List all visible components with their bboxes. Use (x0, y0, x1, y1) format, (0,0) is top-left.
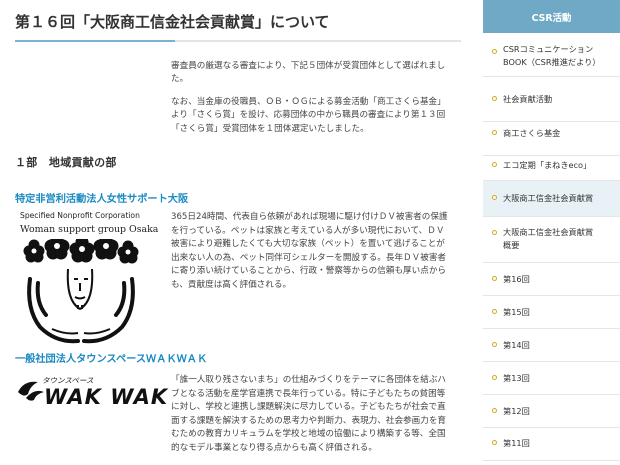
section-heading: １部 地域貢献の部 (15, 156, 117, 169)
org1-description: 365日24時間、代表自ら依頼があれば現場に駆け付けＤＶ被害者の保護 を行ってい… (171, 211, 466, 293)
org1-logo: Specified Nonprofit Corporation Woman su… (14, 211, 159, 349)
sidebar-item-label: 社会貢献活動 (503, 94, 553, 104)
sidebar-item-13th[interactable]: 第13回 (483, 362, 620, 395)
sidebar-item-award-overview[interactable]: 大阪商工信金社会貢献賞 概要 (483, 217, 620, 263)
sidebar-item-label: 大阪商工信金社会貢献賞 (503, 227, 594, 237)
sidebar-item-label: 第15回 (503, 307, 530, 317)
sidebar-item-label: BOOK（CSR推進だより） (503, 57, 601, 67)
sidebar-item-label: 大阪商工信金社会貢献賞 (503, 193, 594, 203)
sidebar-item-14th[interactable]: 第14回 (483, 329, 620, 362)
org1-line: も、貢献度は高く評価される。 (171, 279, 292, 290)
sidebar-header: CSR活動 (483, 0, 620, 33)
intro-line: 審査員の厳選なる審査により、下記５団体が受賞団体として選ばれまし (171, 61, 446, 71)
sidebar-item-eco-deposit[interactable]: エコ定期「まねきeco」 (483, 156, 620, 181)
org1-logo-line2: Woman support group Osaka (20, 224, 159, 235)
sidebar-item-label: 第12回 (503, 406, 530, 416)
intro-paragraph-1: 審査員の厳選なる審査により、下記５団体が受賞団体として選ばれまし た。 (171, 60, 461, 87)
bullet-icon (492, 440, 497, 445)
sidebar-item-social-contribution[interactable]: 社会貢献活動 (483, 77, 620, 122)
bullet-icon (492, 276, 497, 281)
bullet-icon (492, 49, 497, 54)
org1-name: 特定非営利活動法人女性サポート大阪 (15, 194, 189, 205)
org1-line: を行っている。ペットは家族と考えている人が多い現代において、ＤＶ (171, 225, 445, 236)
page-title: 第１６回「大阪商工信金社会貢献賞」について (15, 13, 330, 31)
intro-line: た。 (171, 74, 189, 85)
bullet-icon (492, 162, 497, 167)
bullet-icon (492, 130, 497, 135)
title-underline (15, 40, 461, 42)
sidebar-item-label: 商工さくら基金 (503, 128, 561, 138)
main-content: 第１６回「大阪商工信金社会貢献賞」について 審査員の厳選なる審査により、下記５団… (0, 0, 468, 465)
sidebar-item-16th[interactable]: 第16回 (483, 263, 620, 296)
sidebar-item-label: 第16回 (503, 274, 530, 284)
sidebar-item-11th[interactable]: 第11回 (483, 428, 620, 461)
intro-line: 「さくら賞」受賞団体を１団体選定いたしました。 (171, 123, 369, 134)
org1-logo-line1: Specified Nonprofit Corporation (20, 211, 140, 220)
sidebar-item-15th[interactable]: 第15回 (483, 296, 620, 329)
org1-line: 出来ない人の為、ペット同伴可シェルターを開設する。長年ＤＶ被害者 (171, 252, 447, 263)
org2-line: 面する課題を解決するための思考力や判断力、表現力、社会参画力を育 (171, 415, 447, 426)
bullet-icon (492, 195, 497, 200)
sidebar-item-12th[interactable]: 第12回 (483, 395, 620, 428)
sidebar-item-label: 概要 (503, 240, 520, 250)
sidebar-item-csr-book[interactable]: CSRコミュニケーション BOOK（CSR推進だより） (483, 33, 620, 77)
sidebar-item-label: 第13回 (503, 373, 530, 383)
org2-description: 「誰一人取り残さないまち」の仕組みづくりをテーマに各団体を結ぶハ ブとなる活動を… (171, 374, 466, 456)
org2-line: 的なモデル事業となり得る点からも高く評価される。 (171, 442, 377, 453)
intro-line: より「さくら賞」を設け、応募団体の中から職員の審査により第１３回 (171, 110, 446, 121)
org1-line: 365日24時間、代表自ら依頼があれば現場に駆け付けＤＶ被害者の保護 (171, 212, 448, 222)
org2-logo: タウンスペース WAK WAK (16, 374, 167, 418)
org1-line: 被害により避難したくても大切な家族（ペット）を置いて逃げることが (171, 239, 445, 250)
bullet-icon (492, 342, 497, 347)
sidebar: CSR活動 CSRコミュニケーション BOOK（CSR推進だより） 社会貢献活動… (483, 0, 620, 465)
bullet-icon (492, 408, 497, 413)
sidebar-item-label: 第14回 (503, 340, 530, 350)
org2-logo-big: WAK WAK (44, 385, 169, 409)
flowers-hands-illustration (23, 239, 139, 344)
sidebar-item-label: エコ定期「まねきeco」 (503, 160, 592, 170)
org2-line: 「誰一人取り残さないまち」の仕組みづくりをテーマに各団体を結ぶハ (171, 375, 447, 385)
bullet-icon (492, 96, 497, 101)
sidebar-item-label: CSRコミュニケーション (503, 44, 594, 54)
intro-paragraph-2: なお、当金庫の役職員、ＯＢ・ＯＧによる募金活動「商工さくら基金」 より「さくら賞… (171, 96, 461, 136)
bullet-icon (492, 309, 497, 314)
org2-line: に対し、学校と連携し課題解決に尽力している。子どもたちが社会で直 (171, 402, 446, 413)
bullet-icon (492, 230, 497, 235)
sidebar-item-contribution-award[interactable]: 大阪商工信金社会貢献賞 (483, 181, 620, 217)
sidebar-item-label: 第11回 (503, 438, 530, 448)
bullet-icon (492, 375, 497, 380)
sidebar-item-sakura-fund[interactable]: 商工さくら基金 (483, 122, 620, 156)
org1-line: に寄り添い続けていることから、行政・警察等からの信頼も厚い点から (171, 266, 447, 277)
org2-name: 一般社団法人タウンスペースＷＡＫＷＡＫ (15, 354, 208, 365)
org2-line: むための教育カリキュラムを学校と地域の協働により構築する等、全国 (171, 429, 446, 440)
org2-line: ブとなる活動を産学官連携で長年行っている。特に子どもたちの貧困等 (171, 388, 446, 399)
intro-line: なお、当金庫の役職員、ＯＢ・ＯＧによる募金活動「商工さくら基金」 (171, 97, 446, 107)
